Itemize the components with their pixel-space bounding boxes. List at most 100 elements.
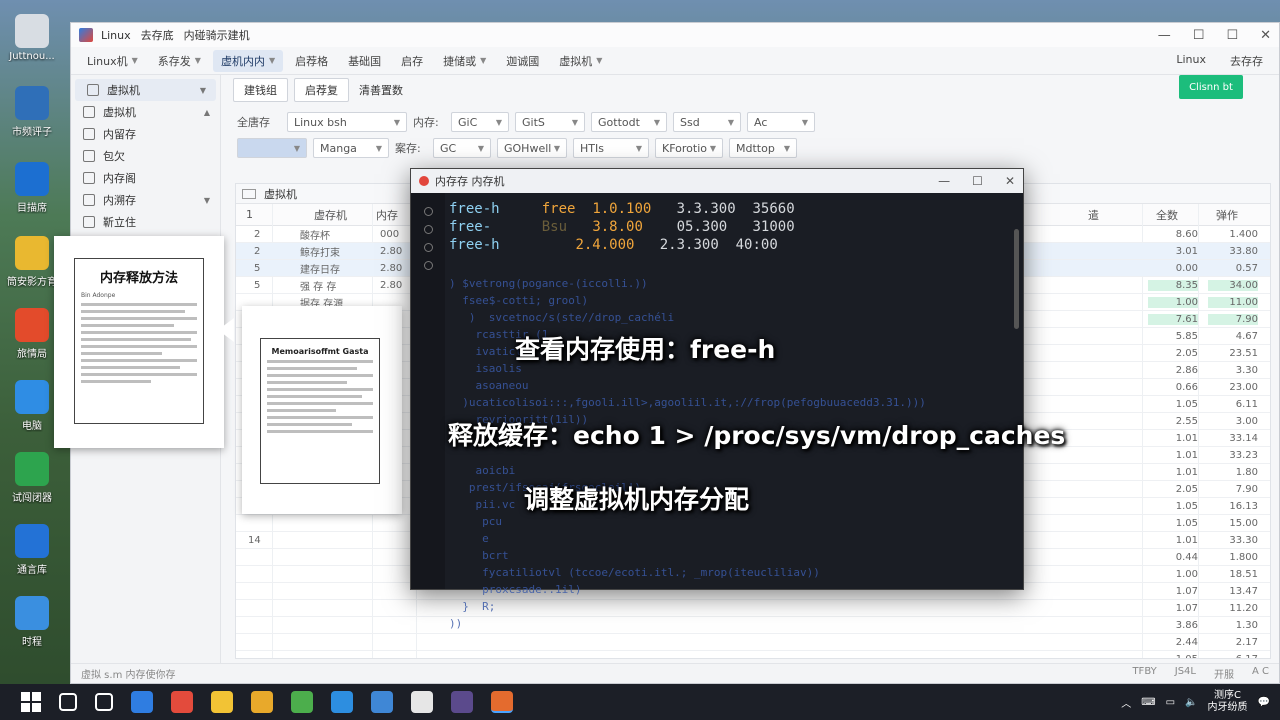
desktop-icon-8[interactable]: 通言库 [4,524,60,576]
chevron-down-icon: ▼ [635,143,642,153]
filter-select[interactable]: GitS ▼ [515,112,585,132]
taskbar-search-icon[interactable] [59,693,77,711]
tab-active[interactable]: 虚机内内 ▼ [212,49,284,72]
chevron-down-icon: ▼ [709,143,716,153]
taskbar-chrome2-icon[interactable] [291,691,313,713]
table-row[interactable]: 1.05 6.17 [236,651,1270,659]
arrow-left-icon [218,318,234,342]
filter-select-active[interactable]: ▼ [237,138,307,158]
sidebar-item-2[interactable]: 内留存 [71,123,220,145]
notification-icon[interactable]: 💬 [1258,697,1270,708]
filter-select[interactable]: Manga ▼ [313,138,389,158]
sidebar-header[interactable]: 虚拟机 ▼ [75,79,216,101]
filter-select-os[interactable]: Linux bsh ▼ [287,112,407,132]
app-icon [15,14,49,48]
filter-select[interactable]: GC ▼ [433,138,491,158]
sidebar-item-3[interactable]: 包欠 [71,145,220,167]
start-icon[interactable] [21,692,41,712]
filter-select[interactable]: GOHwell ▼ [497,138,567,158]
confirm-button[interactable]: Clisnn bt [1179,75,1243,99]
desktop-icon-9[interactable]: 时程 [4,596,60,648]
app-icon [15,452,49,486]
chevron-down-icon: ▼ [727,117,734,127]
close-button[interactable]: ✕ [1260,28,1271,43]
collapse-icon[interactable] [242,188,256,199]
sidebar-item-4[interactable]: 内存阁 [71,167,220,189]
chevron-down-icon: ▼ [293,143,300,153]
sidebar-item-1[interactable]: 虚拟机 ▲ [71,101,220,123]
window-titlebar: Linux 去存底 内碰骑示建机 — ☐ ☐ ✕ [71,23,1279,47]
chevron-down-icon: ▼ [375,143,382,153]
save-menu[interactable]: 去存存 [1230,53,1263,69]
tab-9[interactable]: 虚拟机 ▼ [551,50,610,72]
clock[interactable]: 测序C 内牙纷质 [1208,690,1248,714]
taskbar-store-icon[interactable] [371,691,393,713]
tab-6[interactable]: 启存 [393,50,431,72]
volume-icon[interactable]: 🔈 [1185,697,1197,708]
desktop-icon-5[interactable]: 旅情局 [4,308,60,360]
tab-7[interactable]: 捷储或 ▼ [435,50,494,72]
tab-8[interactable]: 迦诚國 [498,50,547,72]
linux-menu[interactable]: Linux [1176,53,1206,69]
caption-line-2: 释放缓存：echo 1 > /proc/sys/vm/drop_caches [448,421,1066,450]
recommend-chip[interactable]: 启荐复 [294,78,349,102]
desktop-icon-6[interactable]: 电脑 [4,380,60,432]
filter-label-memory: 内存: [413,116,439,129]
reset-link[interactable]: 清善置数 [355,79,407,101]
code-line: pcu [449,515,502,528]
sidebar-item-5[interactable]: 内溯存 ▼ [71,189,220,211]
filter-select[interactable]: Ssd ▼ [673,112,741,132]
code-line: } R; [449,600,496,613]
taskbar-chrome-icon[interactable] [251,691,273,713]
minimize-button[interactable]: — [938,174,950,188]
keyboard-icon[interactable]: ⌨ [1141,697,1155,708]
desktop-icon-2[interactable]: 市频评子 [4,86,60,138]
app-icon [15,596,49,630]
caption-line-1: 查看内存使用：free-h [515,335,776,364]
tab-2[interactable]: 系存发 ▼ [150,50,209,72]
sidebar-item-6[interactable]: 靳立住 [71,211,220,233]
filter-select[interactable]: KForotio ▼ [655,138,723,158]
app-icon [15,308,49,342]
filter-select[interactable]: Gottodt ▼ [591,112,667,132]
chevron-down-icon: ▼ [783,143,790,153]
taskbar-browser-blue-icon[interactable] [131,691,153,713]
taskbar-app-orange-icon[interactable] [491,691,513,713]
taskbar-app-yellow-icon[interactable] [211,691,233,713]
taskbar-app-red-icon[interactable] [171,691,193,713]
table-row[interactable]: 2.44 2.17 [236,634,1270,651]
filter-select[interactable]: HTIs ▼ [573,138,649,158]
taskbar-taskview-icon[interactable] [95,693,113,711]
desktop-icon-4[interactable]: 筒安影方育 [4,236,60,288]
caption-line-3: 调整虚拟机内存分配 [524,485,750,514]
desktop-icon-1[interactable]: Juttnou... [4,14,60,62]
tab-4[interactable]: 启荐格 [287,50,336,72]
taskbar-app-circle-icon[interactable] [411,691,433,713]
maximize-button[interactable]: ☐ [972,174,983,188]
restore-button[interactable]: ☐ [1193,28,1205,43]
taskbar-vscode-icon[interactable] [331,691,353,713]
minimize-button[interactable]: — [1158,28,1171,43]
desktop-icon-7[interactable]: 试闯闭器 [4,452,60,504]
close-button[interactable]: ✕ [1005,174,1015,188]
code-line: fsee$-cotti; grool) [449,294,589,307]
vm-icon [87,84,99,96]
chevron-down-icon: ▼ [199,85,206,95]
taskbar-app-purple-icon[interactable] [451,691,473,713]
window-title-part: 内碰骑示建机 [183,29,250,42]
build-chip[interactable]: 建钱组 [233,78,288,102]
chevron-up-icon[interactable]: ︿ [1121,695,1131,710]
chevron-down-icon: ▼ [553,143,560,153]
terminal-output: free-h free 1.0.100 3.3.300 35660 free- … [449,201,795,253]
maximize-button[interactable]: ☐ [1226,28,1238,43]
scrollbar[interactable] [1014,229,1019,329]
code-window-titlebar: 内存存 内存机 — ☐ ✕ [411,169,1023,193]
network-icon[interactable]: ▭ [1166,697,1175,708]
tab-linux[interactable]: Linux机 ▼ [79,50,146,72]
desktop-icon-3[interactable]: 目描席 [4,162,60,214]
filter-select[interactable]: GiC ▼ [451,112,509,132]
filter-select[interactable]: Mdttop ▼ [729,138,797,158]
filter-select[interactable]: Ac ▼ [747,112,815,132]
doc-icon [83,106,95,118]
tab-5[interactable]: 基础国 [340,50,389,72]
